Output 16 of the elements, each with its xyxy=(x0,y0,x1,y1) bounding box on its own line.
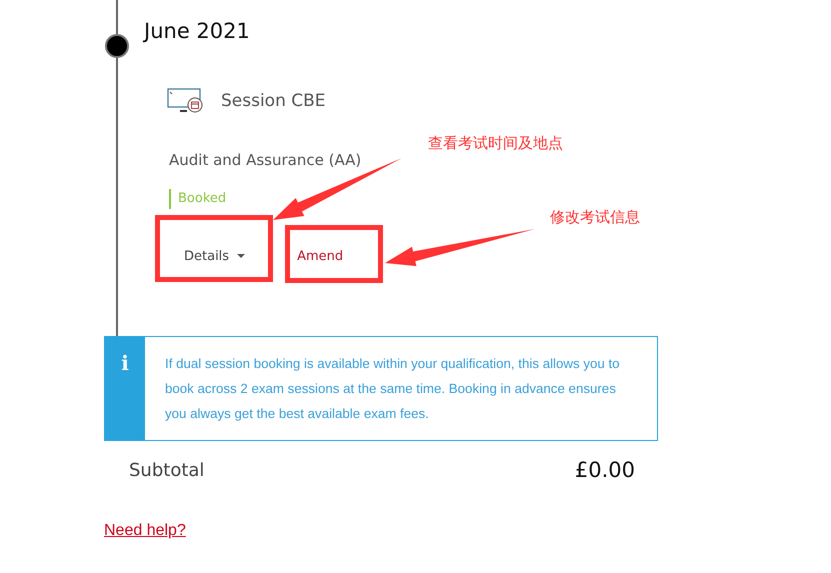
info-text: If dual session booking is available within your qualification, this allows you to book across 2 exam sessions at the same time. Booking in advance ensures you always get the best available exam fees. xyxy=(164,355,621,423)
monitor-calendar-icon xyxy=(167,88,203,114)
annotation-note: 查看考试时间及地点 xyxy=(428,134,563,153)
subtotal-value: £0.00 xyxy=(574,458,635,482)
exam-name: Audit and Assurance (AA) xyxy=(169,151,362,169)
amend-link[interactable]: Amend xyxy=(287,248,354,264)
session-title: Session CBE xyxy=(221,91,326,111)
help-link[interactable]: Need help? xyxy=(104,522,186,540)
timeline-dot xyxy=(105,34,129,58)
caret-icon xyxy=(237,254,246,258)
details-button[interactable]: Details xyxy=(160,224,270,288)
month-heading: June 2021 xyxy=(144,18,251,45)
subtotal-label: Subtotal xyxy=(129,460,204,480)
info-icon: i xyxy=(105,337,145,440)
annotation-note: 修改考试信息 xyxy=(550,208,640,227)
booking-status: Booked xyxy=(169,189,226,209)
